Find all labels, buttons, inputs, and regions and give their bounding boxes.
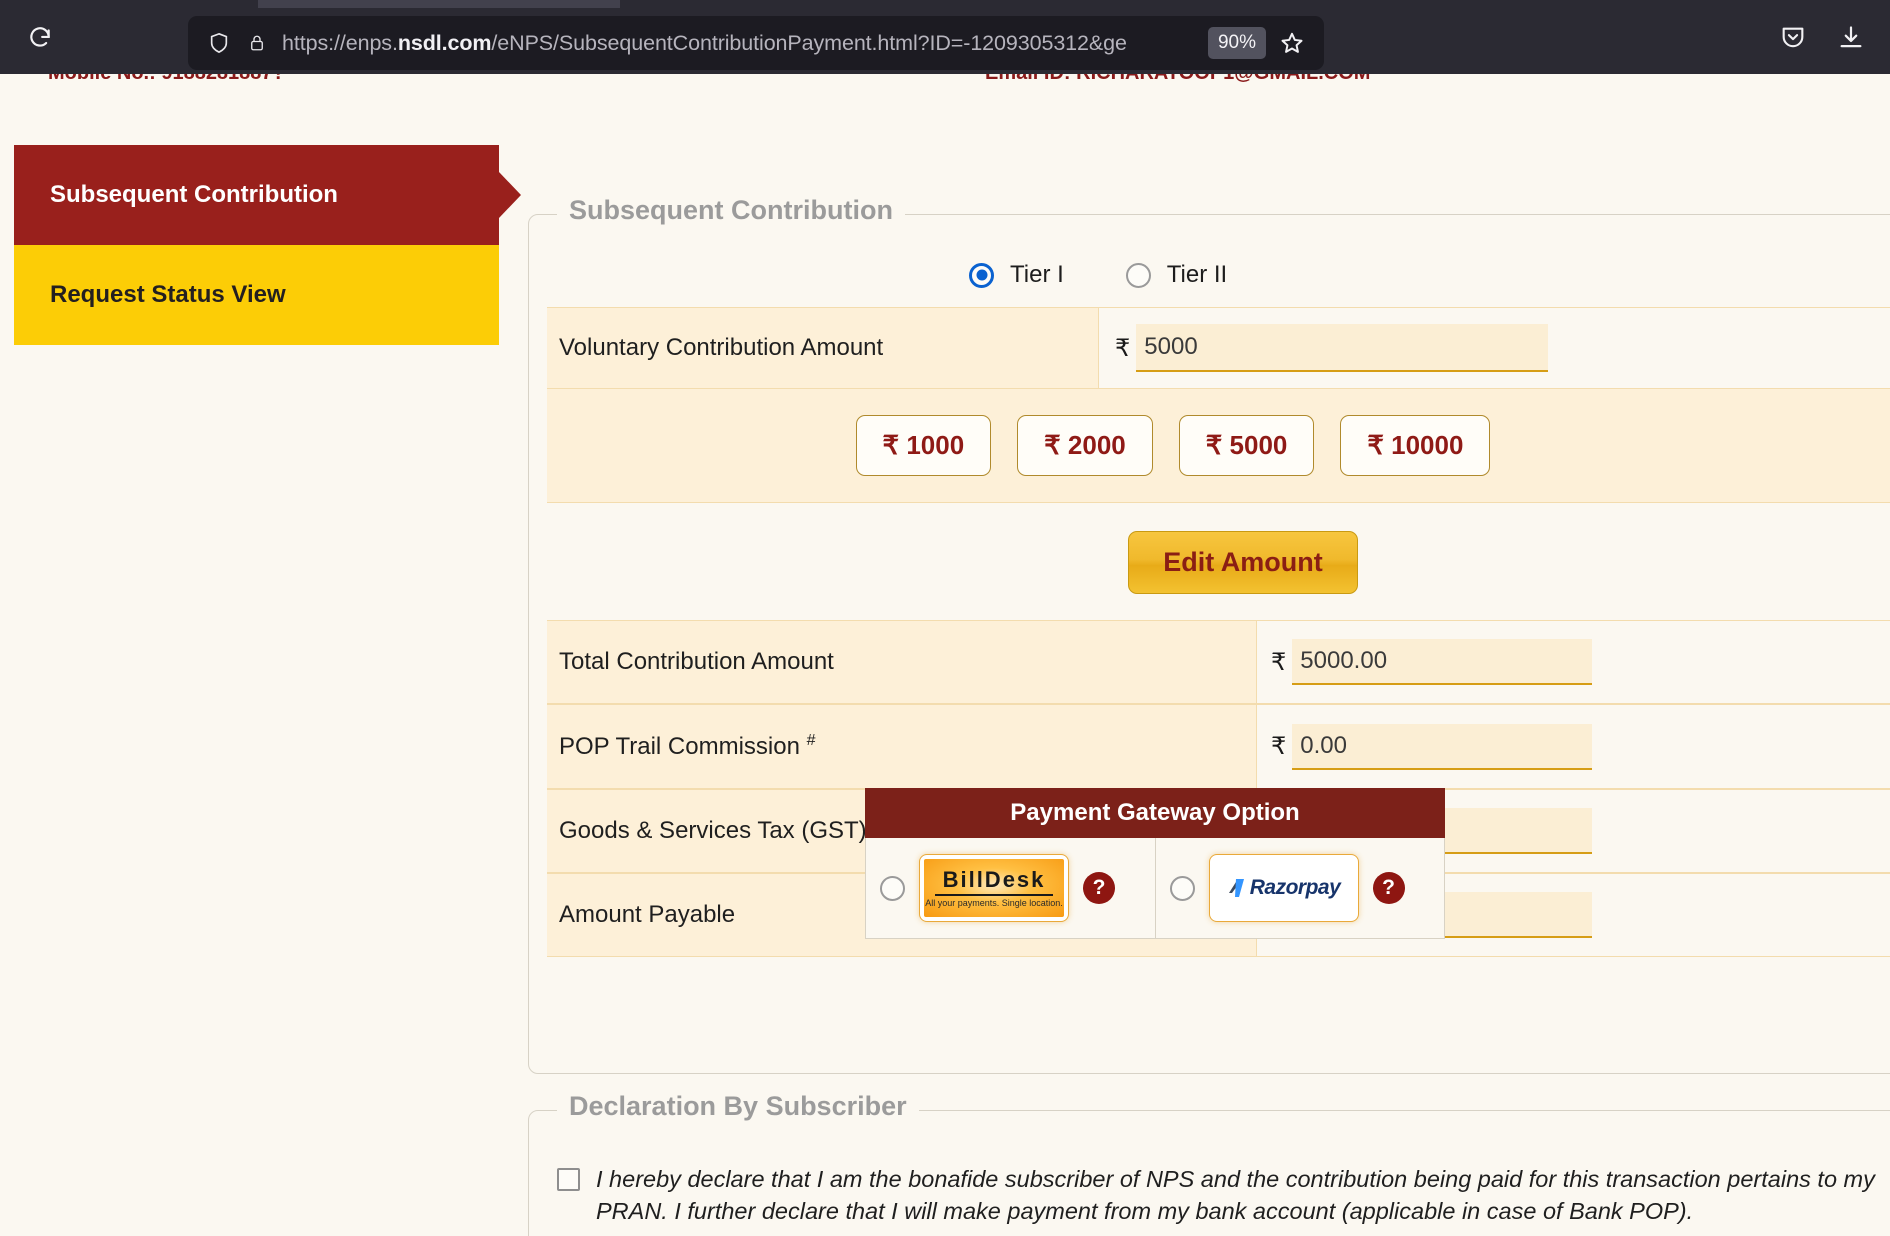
email-id-text: Email ID: RICHARATOOP1@GMAIL.COM	[985, 74, 1370, 83]
voluntary-contribution-label: Voluntary Contribution Amount	[547, 308, 1099, 388]
url-text[interactable]: https://enps.nsdl.com/eNPS/SubsequentCon…	[276, 31, 1208, 56]
pocket-button[interactable]	[1772, 17, 1814, 59]
browser-navigation-bar: https://enps.nsdl.com/eNPS/SubsequentCon…	[0, 0, 1890, 74]
voluntary-contribution-input[interactable]	[1136, 324, 1549, 372]
pop-trail-commission-row: POP Trail Commission # ₹	[547, 704, 1890, 789]
mobile-number-text: Mobile No.: 9188281887?	[48, 74, 285, 83]
download-icon	[1840, 26, 1862, 48]
page-header-contact-strip: Mobile No.: 9188281887? Email ID: RICHAR…	[0, 74, 1890, 83]
row-label-text: Amount Payable	[559, 901, 736, 928]
billdesk-wordmark: BillDesk	[942, 866, 1046, 892]
payment-option-billdesk[interactable]: BillDesk All your payments. Single locat…	[866, 838, 1155, 938]
pop-trail-commission-label: POP Trail Commission #	[547, 705, 1257, 788]
browser-chrome: https://enps.nsdl.com/eNPS/SubsequentCon…	[0, 0, 1890, 74]
payment-option-razorpay[interactable]: Razorpay ?	[1154, 838, 1445, 938]
total-contribution-label: Total Contribution Amount	[547, 621, 1257, 703]
edit-amount-button[interactable]: Edit Amount	[1128, 531, 1358, 594]
total-contribution-field: ₹	[1257, 621, 1890, 703]
edit-amount-container: Edit Amount	[547, 503, 1890, 620]
declaration-legend: Declaration By Subscriber	[557, 1091, 919, 1122]
billdesk-logo-graphic: BillDesk All your payments. Single locat…	[924, 859, 1064, 917]
billdesk-logo[interactable]: BillDesk All your payments. Single locat…	[919, 854, 1069, 922]
page-content: Mobile No.: 9188281887? Email ID: RICHAR…	[0, 74, 1890, 1236]
razorpay-mark-icon	[1228, 879, 1244, 897]
sidebar-item-label: Request Status View	[50, 281, 286, 308]
voluntary-contribution-field: ₹	[1099, 308, 1890, 388]
sidebar-item-label: Subsequent Contribution	[50, 181, 338, 208]
tier-2-radio[interactable]	[1125, 262, 1151, 288]
razorpay-wordmark: Razorpay	[1249, 876, 1341, 899]
footnote-marker: #	[806, 732, 816, 749]
declaration-text-wrapper: I hereby declare that I am the bonafide …	[596, 1163, 1890, 1228]
reload-icon	[30, 27, 50, 47]
rupee-icon: ₹	[1271, 648, 1287, 676]
quick-amount-buttons: ₹ 1000 ₹ 2000 ₹ 5000 ₹ 10000	[547, 389, 1890, 503]
razorpay-logo[interactable]: Razorpay	[1208, 854, 1359, 922]
tier-1-radio[interactable]	[969, 262, 994, 288]
total-contribution-input[interactable]	[1292, 639, 1593, 685]
url-host: nsdl.com	[397, 30, 492, 55]
pop-trail-commission-input[interactable]	[1292, 723, 1593, 770]
quick-amount-2000-button[interactable]: ₹ 2000	[1017, 415, 1153, 476]
bookmark-star-button[interactable]	[1272, 23, 1312, 63]
razorpay-radio[interactable]	[1169, 875, 1195, 901]
quick-amount-5000-button[interactable]: ₹ 5000	[1178, 415, 1315, 476]
declaration-text: I hereby declare that I am the bonafide …	[596, 1166, 1875, 1225]
declaration-panel: Declaration By Subscriber I hereby decla…	[528, 1091, 1890, 1236]
payment-gateway-panel: Payment Gateway Option BillDesk All your…	[865, 788, 1445, 939]
total-contribution-row: Total Contribution Amount ₹	[547, 620, 1890, 704]
razorpay-help-icon[interactable]: ?	[1372, 872, 1405, 904]
tier-1-radio-option[interactable]: Tier I	[969, 261, 1064, 289]
url-bar[interactable]: https://enps.nsdl.com/eNPS/SubsequentCon…	[188, 16, 1324, 70]
url-prefix: https://enps.	[282, 30, 398, 55]
sidebar: Subsequent Contribution Request Status V…	[14, 145, 521, 345]
sidebar-item-subsequent-contribution[interactable]: Subsequent Contribution	[14, 145, 521, 245]
row-label-text: Total Contribution Amount	[559, 648, 834, 675]
quick-amount-1000-button[interactable]: ₹ 1000	[855, 415, 992, 476]
razorpay-logo-graphic: Razorpay	[1213, 859, 1354, 917]
billdesk-tagline: All your payments. Single location.	[925, 897, 1063, 908]
billdesk-radio[interactable]	[880, 875, 905, 901]
lock-icon[interactable]	[238, 24, 276, 62]
billdesk-help-icon[interactable]: ?	[1083, 872, 1115, 904]
pocket-icon	[1782, 27, 1804, 48]
zoom-level-badge[interactable]: 90%	[1207, 27, 1266, 59]
voluntary-contribution-row: Voluntary Contribution Amount ₹	[547, 307, 1890, 389]
rupee-icon: ₹	[1115, 334, 1131, 362]
panel-legend: Subsequent Contribution	[557, 195, 905, 226]
tier-2-label: Tier II	[1166, 261, 1228, 288]
declaration-checkbox-bonafide[interactable]	[557, 1168, 580, 1191]
payment-gateway-options: BillDesk All your payments. Single locat…	[865, 838, 1445, 939]
reload-button[interactable]	[20, 18, 60, 58]
declaration-item-bonafide[interactable]: I hereby declare that I am the bonafide …	[557, 1163, 1890, 1228]
quick-amount-10000-button[interactable]: ₹ 10000	[1340, 415, 1491, 476]
row-label-text: POP Trail Commission	[559, 733, 807, 760]
row-label-text: Goods & Services Tax (GST)	[559, 817, 867, 844]
star-icon	[1281, 32, 1303, 53]
downloads-button[interactable]	[1830, 17, 1872, 59]
billdesk-rule	[935, 893, 1053, 896]
tier-selector: Tier I Tier II	[969, 261, 1227, 289]
url-suffix: /eNPS/SubsequentContributionPayment.html…	[491, 30, 1127, 55]
sidebar-item-request-status-view[interactable]: Request Status View	[14, 245, 499, 345]
rupee-icon: ₹	[1271, 733, 1287, 760]
tier-1-label: Tier I	[1010, 261, 1064, 288]
payment-gateway-title: Payment Gateway Option	[865, 788, 1445, 838]
pop-trail-commission-field: ₹	[1257, 705, 1890, 788]
chrome-right-icons	[1772, 17, 1872, 59]
shield-icon[interactable]	[200, 24, 238, 62]
subsequent-contribution-panel: Subsequent Contribution Tier I Tier II V…	[528, 195, 1890, 1074]
tier-2-radio-option[interactable]: Tier II	[1125, 261, 1228, 289]
